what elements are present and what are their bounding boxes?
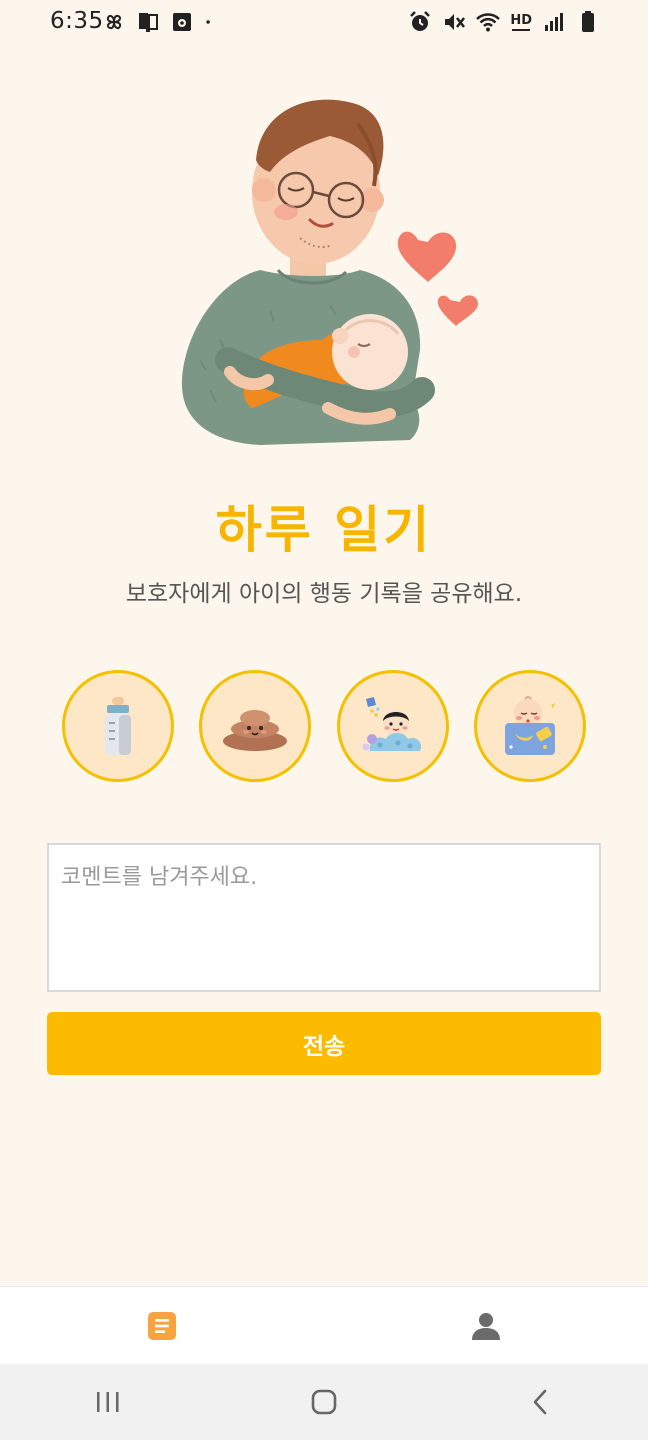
diary-icon (148, 1312, 176, 1340)
status-time: 6:35 (50, 8, 104, 34)
battery-icon (582, 11, 594, 32)
activity-sleep-button[interactable] (473, 670, 586, 782)
home-button[interactable] (284, 1372, 364, 1432)
status-left-icons (102, 10, 218, 34)
system-nav-bar (0, 1364, 648, 1440)
sleep-icon (504, 696, 555, 755)
recent-apps-icon (97, 1392, 119, 1412)
signal-icon (545, 13, 563, 31)
activity-diaper-button[interactable] (199, 670, 312, 782)
send-button[interactable]: 전송 (47, 1012, 601, 1075)
alarm-icon (410, 11, 431, 31)
comment-input[interactable] (47, 843, 601, 992)
back-icon (533, 1389, 547, 1415)
tab-diary[interactable] (0, 1287, 324, 1365)
wifi-icon (476, 13, 501, 32)
activity-bath-button[interactable] (336, 670, 449, 782)
poop-icon (223, 710, 288, 751)
page-subtitle: 보호자에게 아이의 행동 기록을 공유해요. (125, 581, 523, 607)
status-right-icons: HD (408, 10, 600, 34)
hd-label: HD (510, 12, 532, 28)
bottom-nav (0, 1286, 648, 1365)
profile-icon (472, 1313, 500, 1340)
mute-icon (445, 14, 466, 30)
sim-icon (139, 13, 158, 32)
activity-selector (62, 670, 586, 782)
milk-bottle-icon (105, 697, 131, 755)
back-button[interactable] (500, 1372, 580, 1432)
status-bar: 6:35 HD (0, 0, 648, 46)
media-icon (173, 13, 191, 31)
recent-apps-button[interactable] (68, 1372, 148, 1432)
parent-holding-baby-illustration (181, 99, 478, 445)
dot-icon (206, 20, 210, 24)
diary-screen: 6:35 HD 하루 일기 보호자에게 아이의 행동 기록을 공유해요. 코멘트… (0, 0, 648, 1440)
page-title: 하루 일기 (215, 501, 433, 559)
bath-icon (362, 697, 421, 751)
activity-feeding-button[interactable] (62, 670, 174, 782)
pinwheel-icon (106, 14, 122, 30)
tab-profile[interactable] (324, 1287, 648, 1365)
home-icon (311, 1389, 337, 1415)
hd-voice-icon: HD (510, 14, 532, 31)
